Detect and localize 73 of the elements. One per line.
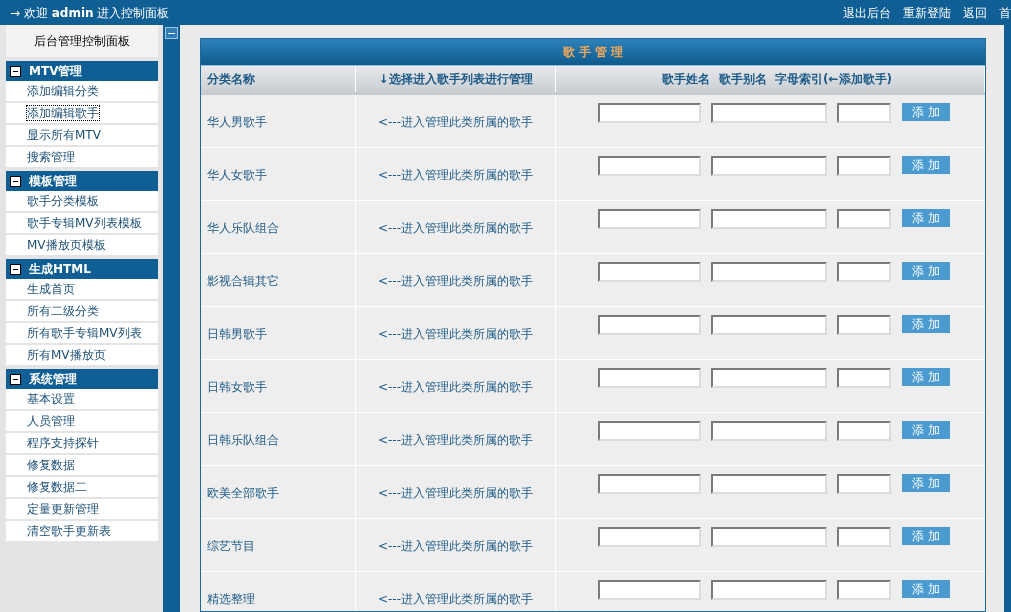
singer-name-field[interactable]	[598, 527, 701, 547]
manage-link[interactable]: <---进入管理此类所属的歌手	[377, 166, 533, 184]
singer-alias-field[interactable]	[711, 421, 827, 441]
singer-alias-field[interactable]	[711, 315, 827, 335]
letter-index-field[interactable]	[837, 209, 891, 229]
category-cell: 欧美全部歌手	[201, 466, 356, 518]
group-title: 模板管理	[29, 173, 77, 190]
singer-name-field[interactable]	[598, 474, 701, 494]
singer-alias-field[interactable]	[711, 156, 827, 176]
category-cell: 日韩乐队组合	[201, 413, 356, 465]
singer-name-field[interactable]	[598, 368, 701, 388]
collapse-icon[interactable]	[10, 65, 21, 77]
letter-index-field[interactable]	[837, 527, 891, 547]
singer-name-field[interactable]	[598, 156, 701, 176]
category-cell: 华人男歌手	[201, 95, 356, 147]
singer-name-field[interactable]	[598, 421, 701, 441]
letter-index-field[interactable]	[837, 103, 891, 123]
manage-link[interactable]: <---进入管理此类所属的歌手	[377, 537, 533, 555]
category-cell: 华人乐队组合	[201, 201, 356, 253]
singer-alias-field[interactable]	[711, 474, 827, 494]
manage-link[interactable]: <---进入管理此类所属的歌手	[377, 325, 533, 343]
singer-name-field[interactable]	[598, 262, 701, 282]
welcome-text: → 欢迎 admin 进入控制面板	[10, 4, 170, 22]
singer-alias-field[interactable]	[711, 368, 827, 388]
sidebar-title: 后台管理控制面板	[6, 25, 158, 57]
letter-index-field[interactable]	[837, 315, 891, 335]
category-cell: 华人女歌手	[201, 148, 356, 200]
top-link[interactable]: 首	[999, 3, 1011, 22]
letter-index-field[interactable]	[837, 156, 891, 176]
letter-index-field[interactable]	[837, 421, 891, 441]
singer-name-field[interactable]	[598, 315, 701, 335]
collapse-icon[interactable]	[10, 175, 21, 187]
group-title: 生成HTML	[29, 261, 91, 278]
singer-alias-field[interactable]	[711, 527, 827, 547]
top-link[interactable]: 重新登陆	[903, 3, 951, 22]
manage-link[interactable]: <---进入管理此类所属的歌手	[377, 272, 533, 290]
letter-index-field[interactable]	[837, 262, 891, 282]
manage-link[interactable]: <---进入管理此类所属的歌手	[377, 590, 533, 608]
group-title: MTV管理	[29, 63, 83, 80]
letter-index-field[interactable]	[837, 580, 891, 600]
column-header: 歌手姓名 歌手别名 字母索引(←添加歌手)	[556, 66, 985, 92]
category-cell: 精选整理	[201, 572, 356, 611]
group-header[interactable]: MTV管理	[6, 61, 158, 81]
singer-alias-field[interactable]	[711, 580, 827, 600]
singer-name-field[interactable]	[598, 209, 701, 229]
manage-link[interactable]: <---进入管理此类所属的歌手	[377, 431, 533, 449]
manage-link[interactable]: <---进入管理此类所属的歌手	[377, 113, 533, 131]
panel-title: 歌 手 管 理	[201, 39, 985, 66]
collapse-icon[interactable]	[10, 373, 21, 385]
letter-index-field[interactable]	[837, 368, 891, 388]
manage-link[interactable]: <---进入管理此类所属的歌手	[377, 378, 533, 396]
letter-index-field[interactable]	[837, 474, 891, 494]
singer-alias-field[interactable]	[711, 209, 827, 229]
singer-name-field[interactable]	[598, 580, 701, 600]
singer-alias-field[interactable]	[711, 262, 827, 282]
singer-alias-field[interactable]	[711, 103, 827, 123]
top-link[interactable]: 退出后台	[843, 3, 891, 22]
category-cell: 日韩男歌手	[201, 307, 356, 359]
manage-link[interactable]: <---进入管理此类所属的歌手	[377, 484, 533, 502]
group-title: 系统管理	[29, 371, 77, 388]
singer-name-field[interactable]	[598, 103, 701, 123]
group-header[interactable]: 模板管理	[6, 171, 158, 191]
column-header: 分类名称	[201, 66, 356, 92]
manage-link[interactable]: <---进入管理此类所属的歌手	[377, 219, 533, 237]
group-header[interactable]: 生成HTML	[6, 259, 158, 279]
category-cell: 影视合辑其它	[201, 254, 356, 306]
category-cell: 日韩女歌手	[201, 360, 356, 412]
column-header: ↓选择进入歌手列表进行管理	[356, 66, 556, 92]
top-link[interactable]: 返回	[963, 3, 987, 22]
collapse-icon[interactable]	[10, 263, 21, 275]
group-header[interactable]: 系统管理	[6, 369, 158, 389]
collapse-button[interactable]	[165, 27, 178, 39]
category-cell: 综艺节目	[201, 519, 356, 571]
